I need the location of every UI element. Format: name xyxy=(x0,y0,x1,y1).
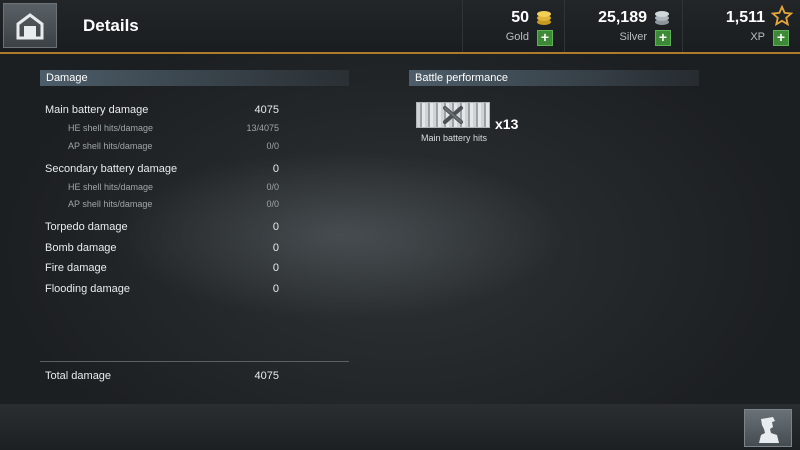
home-button[interactable] xyxy=(3,3,57,48)
row-value: 0 xyxy=(272,221,279,233)
row-label: AP shell hits/damage xyxy=(68,199,153,209)
gold-balance: 50 Gold + xyxy=(462,0,565,52)
damage-row-secondary-ap: AP shell hits/damage 0/0 xyxy=(68,199,279,209)
captain-button[interactable] xyxy=(744,409,792,447)
damage-row-flooding: Flooding damage 0 xyxy=(45,283,279,295)
captain-icon xyxy=(759,417,779,443)
damage-row-secondary-he: HE shell hits/damage 0/0 xyxy=(68,182,279,192)
star-icon xyxy=(771,5,793,27)
silver-coins-icon xyxy=(655,11,669,25)
medal-label: Main battery hits xyxy=(420,133,488,143)
row-value: 0 xyxy=(272,242,279,254)
total-label: Total damage xyxy=(45,370,112,382)
gold-value: 50 xyxy=(511,9,529,26)
silver-label: Silver xyxy=(619,31,647,43)
row-label: Fire damage xyxy=(45,262,107,274)
top-bar: Details 50 Gold + 25,189 Silver + 1,511 … xyxy=(0,0,800,54)
xp-balance: 1,511 XP + xyxy=(682,0,800,52)
xp-label: XP xyxy=(750,31,765,43)
row-label: HE shell hits/damage xyxy=(68,123,154,133)
row-value: 0 xyxy=(272,283,279,295)
row-value: 0 xyxy=(272,262,279,274)
damage-row-torpedo: Torpedo damage 0 xyxy=(45,221,279,233)
damage-row-main-he: HE shell hits/damage 13/4075 xyxy=(68,123,279,133)
total-divider xyxy=(40,361,349,362)
row-value: 0/0 xyxy=(266,182,279,192)
total-value: 4075 xyxy=(254,370,279,382)
row-label: Flooding damage xyxy=(45,283,131,295)
damage-section-header: Damage xyxy=(40,70,349,86)
silver-balance: 25,189 Silver + xyxy=(564,0,683,52)
gold-label: Gold xyxy=(505,31,529,43)
page-title: Details xyxy=(83,16,139,35)
buy-gold-button[interactable]: + xyxy=(537,30,553,46)
row-value: 0/0 xyxy=(266,141,279,151)
row-value: 4075 xyxy=(254,104,279,116)
crossed-shells-icon xyxy=(443,106,463,124)
performance-section-header: Battle performance xyxy=(409,70,699,86)
damage-row-total: Total damage 4075 xyxy=(45,370,279,382)
row-label: AP shell hits/damage xyxy=(68,141,153,151)
silver-value: 25,189 xyxy=(598,9,647,26)
medal-count: x13 xyxy=(495,116,519,132)
row-value: 13/4075 xyxy=(246,123,279,133)
row-value: 0/0 xyxy=(266,199,279,209)
row-value: 0 xyxy=(272,163,279,175)
damage-row-main-ap: AP shell hits/damage 0/0 xyxy=(68,141,279,151)
row-label: HE shell hits/damage xyxy=(68,182,154,192)
bottom-bar xyxy=(0,404,800,450)
damage-row-secondary-battery: Secondary battery damage 0 xyxy=(45,163,279,175)
damage-row-main-battery: Main battery damage 4075 xyxy=(45,104,279,116)
xp-value: 1,511 xyxy=(725,9,765,26)
row-label: Secondary battery damage xyxy=(45,163,178,175)
buy-silver-button[interactable]: + xyxy=(655,30,671,46)
row-label: Torpedo damage xyxy=(45,221,128,233)
main-battery-hits-medal[interactable] xyxy=(416,102,490,128)
row-label: Main battery damage xyxy=(45,104,149,116)
convert-xp-button[interactable]: + xyxy=(773,30,789,46)
damage-row-bomb: Bomb damage 0 xyxy=(45,242,279,254)
damage-row-fire: Fire damage 0 xyxy=(45,262,279,274)
port-icon xyxy=(16,12,44,39)
row-label: Bomb damage xyxy=(45,242,117,254)
gold-coins-icon xyxy=(537,11,551,25)
